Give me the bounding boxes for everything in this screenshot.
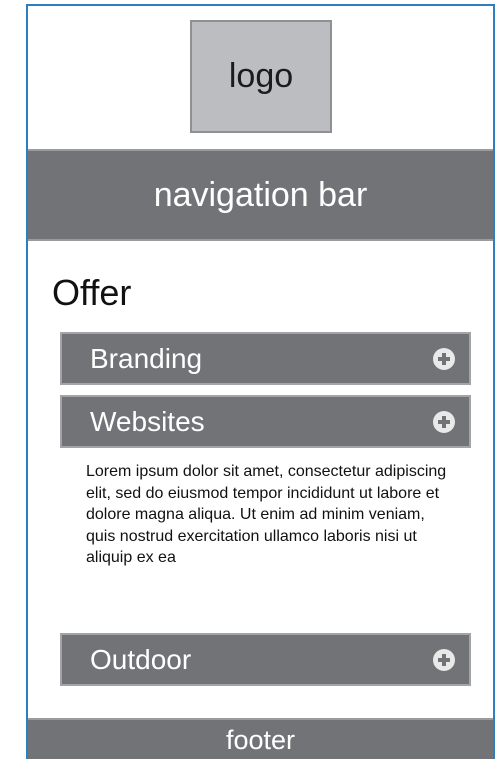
footer: footer <box>28 718 493 759</box>
navigation-bar[interactable]: navigation bar <box>28 149 493 241</box>
accordion-item-outdoor[interactable]: Outdoor <box>60 633 471 686</box>
navigation-bar-label: navigation bar <box>153 175 368 214</box>
accordion-item-branding[interactable]: Branding <box>60 332 471 385</box>
accordion-body-websites: Lorem ipsum dolor sit amet, consectetur … <box>86 463 447 566</box>
accordion-label: Branding <box>90 342 203 374</box>
page-frame: logo navigation bar Offer Branding Websi… <box>26 4 495 759</box>
accordion-item-websites[interactable]: Websites <box>60 395 471 448</box>
offer-title: Offer <box>52 272 132 313</box>
footer-label: footer <box>225 725 296 755</box>
accordion-label: Outdoor <box>90 643 192 675</box>
accordion-label: Websites <box>90 405 205 437</box>
logo-label: logo <box>228 57 294 95</box>
plus-circle-icon[interactable] <box>433 410 455 433</box>
plus-circle-icon[interactable] <box>433 347 455 370</box>
logo[interactable]: logo <box>190 20 332 133</box>
plus-circle-icon[interactable] <box>433 648 455 671</box>
